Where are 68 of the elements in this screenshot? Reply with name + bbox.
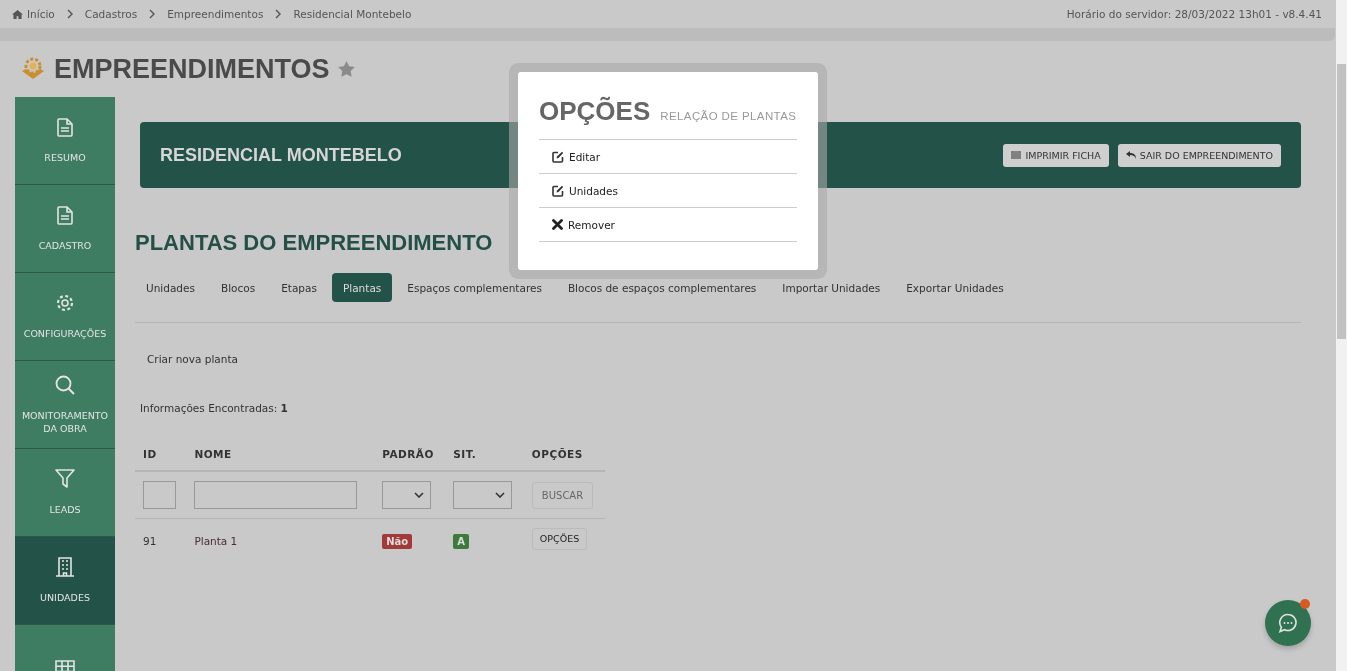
id-filter-field[interactable]: [143, 481, 176, 509]
chat-bubble-icon: [1278, 613, 1298, 633]
tab[interactable]: Etapas: [270, 273, 328, 302]
column-header: SIT.: [445, 440, 524, 471]
sidebar-item[interactable]: UNIDADES: [15, 537, 115, 625]
star-icon[interactable]: [337, 61, 355, 77]
sidebar-item[interactable]: CADASTRO: [15, 185, 115, 273]
sidebar-item[interactable]: RESUMO: [15, 97, 115, 185]
chat-button[interactable]: [1265, 600, 1311, 646]
chevron-down-icon: [414, 492, 425, 498]
table-cell: Planta 1: [186, 518, 375, 563]
logo-icon: [20, 57, 46, 81]
menu-item[interactable]: Remover: [539, 208, 797, 242]
sidebar-item[interactable]: MONITORAMENTO DA OBRA: [15, 361, 115, 449]
exit-button[interactable]: SAIR DO EMPREENDIMENTO: [1117, 143, 1281, 167]
breadcrumb-link[interactable]: Empreendimentos: [167, 8, 264, 20]
chevron-icon: [275, 9, 282, 19]
padrao-dropdown[interactable]: [382, 481, 432, 509]
menu-item[interactable]: Editar: [539, 140, 797, 174]
reply-arrow-icon: [1125, 151, 1136, 159]
table-cell: 91: [135, 518, 187, 563]
name-filter-field[interactable]: [194, 481, 358, 509]
scrollbar[interactable]: [1336, 0, 1347, 671]
results-label: Informações Encontradas:: [140, 402, 278, 414]
chevron-icon: [149, 9, 156, 19]
edit-icon: [552, 150, 564, 163]
column-header: NOME: [186, 440, 375, 471]
close-icon: [552, 219, 563, 230]
settings-icon: [55, 293, 75, 313]
tab[interactable]: Exportar Unidades: [895, 273, 1015, 302]
status-badge: A: [453, 534, 469, 549]
status-badge: Não: [382, 534, 413, 549]
server-time: Horário do servidor: 28/03/2022 13h01 - v8.4.41: [1066, 8, 1322, 20]
results-count: 1: [280, 402, 288, 414]
building-icon: [56, 557, 74, 577]
dialog-subtitle: RELAÇÃO DE PLANTAS: [660, 110, 797, 122]
tab[interactable]: Blocos de espaços complementares: [556, 273, 768, 302]
menu-item[interactable]: Unidades: [539, 174, 797, 208]
filter-icon: [55, 469, 75, 489]
project-title: RESIDENCIAL MONTEBELO: [160, 144, 402, 166]
tab[interactable]: Unidades: [135, 273, 206, 302]
sidebar-item[interactable]: CONFIGURAÇÕES: [15, 273, 115, 361]
print-button[interactable]: IMPRIMIR FICHA: [1003, 143, 1109, 167]
search-button[interactable]: BUSCAR: [531, 481, 594, 509]
chevron-icon: [66, 9, 73, 19]
column-header: OPÇÕES: [523, 440, 605, 471]
home-icon: [12, 9, 23, 19]
search-icon: [55, 374, 75, 395]
page-title: EMPREENDIMENTOS: [54, 53, 330, 85]
dialog-title: OPÇÕES: [539, 96, 651, 127]
document-icon: [57, 117, 73, 137]
tab[interactable]: Plantas: [331, 273, 393, 302]
sidebar-item[interactable]: LEADS: [15, 449, 115, 537]
breadcrumb-link[interactable]: Residencial Montebelo: [293, 8, 412, 20]
options-button[interactable]: OPÇÕES: [531, 527, 588, 550]
breadcrumb-link[interactable]: Cadastros: [84, 8, 138, 20]
column-header: PADRÃO: [374, 440, 446, 471]
chevron-down-icon: [495, 492, 506, 498]
status-dropdown[interactable]: [453, 481, 513, 509]
tab[interactable]: Espaços complementares: [396, 273, 553, 302]
section-title: PLANTAS DO EMPREENDIMENTO: [135, 230, 493, 256]
tab[interactable]: Importar Unidades: [771, 273, 892, 302]
document-icon: [57, 205, 73, 225]
create-link[interactable]: Criar nova planta: [147, 353, 238, 365]
breadcrumb-link[interactable]: Início: [12, 8, 55, 20]
tab[interactable]: Blocos: [209, 273, 267, 302]
column-header: ID: [135, 440, 187, 471]
edit-icon: [552, 184, 564, 197]
